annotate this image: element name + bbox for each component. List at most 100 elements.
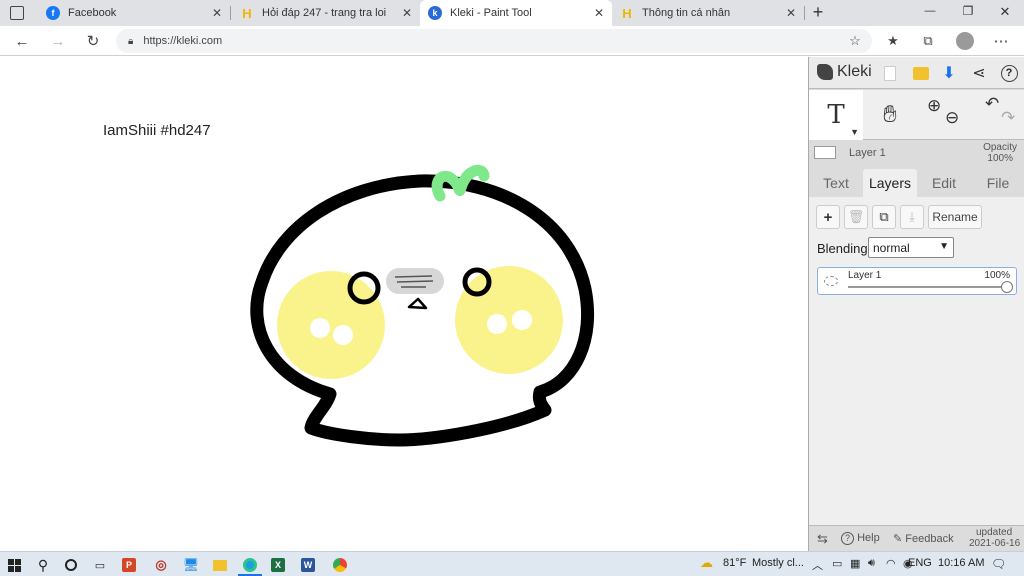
- windows-start-icon[interactable]: [5, 556, 23, 574]
- kleki-favicon: k: [428, 6, 442, 20]
- tab-label: Kleki - Paint Tool: [450, 7, 532, 19]
- open-folder-icon[interactable]: [910, 62, 932, 84]
- tab-kleki[interactable]: k Kleki - Paint Tool ✕: [420, 0, 612, 26]
- updated-label: updated: [976, 527, 1013, 538]
- toolbox: T ▼ ✋︎ ⊕ ⊖ ↶ ↷: [809, 90, 1024, 140]
- wifi-icon[interactable]: ◠: [886, 557, 896, 570]
- tab-separator: [230, 6, 231, 20]
- tab-close-icon[interactable]: ✕: [212, 6, 222, 20]
- collections-icon[interactable]: ⧉: [917, 31, 939, 51]
- facebook-icon: f: [46, 6, 60, 20]
- blending-label: Blending: [817, 241, 868, 256]
- merge-layer-button: ⤓: [900, 205, 924, 229]
- cheek-highlight: [487, 314, 507, 334]
- excel-icon[interactable]: X: [271, 558, 285, 572]
- weather-text[interactable]: Mostly cl...: [752, 557, 804, 569]
- back-icon[interactable]: ←: [11, 31, 33, 51]
- notification-icon[interactable]: 🗨︎: [991, 557, 1006, 571]
- network-icon[interactable]: ▦: [850, 557, 860, 570]
- tab-close-icon[interactable]: ✕: [786, 6, 796, 20]
- redo-icon: ↷: [1001, 108, 1016, 127]
- layer-list-item[interactable]: Layer 1 100%: [817, 267, 1017, 295]
- tab-layers[interactable]: Layers: [863, 169, 917, 197]
- app-icon-red[interactable]: ◎: [152, 556, 170, 574]
- tab-file[interactable]: File: [971, 169, 1024, 197]
- close-window-button[interactable]: ✕: [995, 4, 1015, 20]
- url-text: https://kleki.com: [143, 35, 223, 47]
- zoom-out-icon[interactable]: ⊖: [945, 108, 959, 128]
- refresh-icon[interactable]: ↻: [82, 31, 104, 51]
- kleki-logo[interactable]: Kleki: [817, 63, 872, 81]
- new-tab-button[interactable]: +: [808, 2, 828, 24]
- tab-close-icon[interactable]: ✕: [594, 6, 604, 20]
- file-explorer-icon[interactable]: [211, 556, 229, 574]
- url-field[interactable]: 🔒︎ https://kleki.com: [116, 29, 872, 53]
- task-view-icon[interactable]: ▭: [91, 556, 109, 574]
- drawing-canvas[interactable]: IamShiii #hd247: [0, 57, 808, 551]
- favorites-icon[interactable]: ★: [882, 31, 904, 51]
- feedback-link[interactable]: ✎ Feedback: [893, 532, 954, 545]
- weather-icon[interactable]: ☁︎: [700, 555, 713, 571]
- language-indicator[interactable]: ENG: [908, 557, 932, 569]
- tab-hoidap[interactable]: H Hỏi đáp 247 - trang tra loi ✕: [232, 0, 420, 26]
- character-drawing: [250, 164, 595, 447]
- layers-panel: + 🗑︎ ⧉ ⤓ Rename Blending normal ▼ Layer …: [809, 197, 1024, 525]
- powerpoint-icon[interactable]: P: [122, 558, 136, 572]
- blending-select[interactable]: normal ▼: [868, 237, 954, 258]
- chevron-down-icon[interactable]: ▼: [850, 127, 859, 137]
- help-circle-icon: ?: [841, 532, 854, 545]
- chrome-icon[interactable]: [331, 556, 349, 574]
- word-icon[interactable]: W: [301, 558, 315, 572]
- clock[interactable]: 10:16 AM: [938, 557, 984, 569]
- tab-close-icon[interactable]: ✕: [402, 6, 412, 20]
- share-icon[interactable]: ⋖: [968, 62, 990, 84]
- volume-icon[interactable]: 🔊︎: [868, 557, 875, 570]
- panel-tabs: Text Layers Edit File: [809, 169, 1024, 197]
- add-favorite-icon[interactable]: ☆: [844, 31, 866, 51]
- new-image-icon[interactable]: [879, 62, 901, 84]
- chevron-down-icon: ▼: [939, 241, 949, 252]
- tab-label: Facebook: [68, 7, 117, 19]
- chevron-up-icon[interactable]: ︿: [812, 557, 823, 573]
- blending-value: normal: [873, 240, 910, 255]
- duplicate-layer-button[interactable]: ⧉: [872, 205, 896, 229]
- edge-icon[interactable]: [241, 556, 259, 574]
- cheek-highlight: [512, 310, 532, 330]
- tab-text[interactable]: Text: [809, 169, 863, 197]
- tab-facebook[interactable]: f Facebook ✕: [38, 0, 230, 26]
- current-layer-info: Layer 1 Opacity 100%: [809, 141, 1024, 167]
- tab-thongtin[interactable]: H Thông tin cá nhân ✕: [612, 0, 804, 26]
- feedback-label: Feedback: [905, 533, 954, 545]
- maximize-button[interactable]: ❐: [958, 4, 978, 18]
- swap-side-icon[interactable]: ⇆: [817, 531, 828, 547]
- more-menu-icon[interactable]: ⋯: [990, 31, 1012, 51]
- hoidap-icon: H: [242, 5, 252, 21]
- cheek-highlight: [310, 318, 330, 338]
- tab-actions-icon[interactable]: [10, 6, 24, 20]
- delete-layer-button: 🗑︎: [844, 205, 868, 229]
- undo-icon[interactable]: ↶: [985, 94, 999, 114]
- layer-thumbnail[interactable]: [814, 146, 836, 159]
- cortana-icon[interactable]: [62, 556, 80, 574]
- rename-layer-button[interactable]: Rename: [928, 205, 982, 229]
- search-icon[interactable]: ⚲: [34, 556, 52, 574]
- hoidap-icon: H: [622, 5, 632, 21]
- opacity-slider-handle[interactable]: [1001, 281, 1013, 293]
- left-cheek: [277, 271, 385, 379]
- weather-temp[interactable]: 81°F: [723, 557, 746, 569]
- minimize-button[interactable]: —: [920, 5, 940, 17]
- help-link[interactable]: ? Help: [841, 532, 880, 545]
- text-tool-button[interactable]: T ▼: [809, 90, 863, 140]
- opacity-slider-track[interactable]: [848, 286, 1008, 288]
- right-cheek: [455, 266, 563, 374]
- tab-edit[interactable]: Edit: [917, 169, 971, 197]
- add-layer-button[interactable]: +: [816, 205, 840, 229]
- hand-tool-button[interactable]: ✋︎: [863, 90, 917, 140]
- zoom-in-icon[interactable]: ⊕: [927, 96, 941, 116]
- profile-avatar[interactable]: [956, 32, 974, 50]
- help-icon[interactable]: ?: [998, 62, 1020, 84]
- layer-row-name: Layer 1: [848, 270, 882, 281]
- download-icon[interactable]: ⬇: [938, 62, 960, 84]
- battery-icon[interactable]: ▭: [832, 557, 842, 570]
- desktop-icon[interactable]: 🖥︎: [182, 556, 200, 574]
